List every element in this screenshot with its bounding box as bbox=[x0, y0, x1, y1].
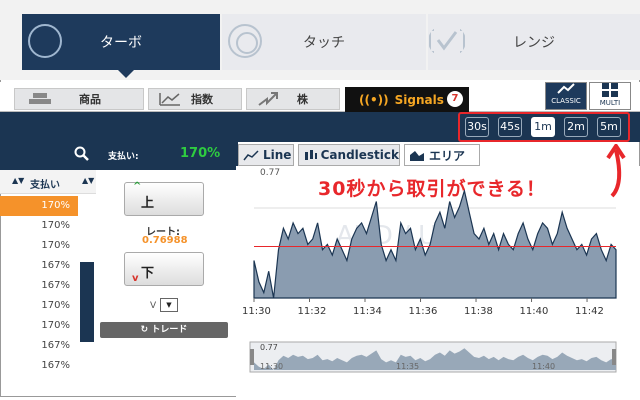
payout-row[interactable]: 167% bbox=[0, 276, 78, 296]
trade-button-label: トレード bbox=[151, 325, 188, 335]
category-indices-label: 指数 bbox=[191, 93, 213, 106]
candlestick-icon bbox=[305, 150, 317, 160]
category-stocks[interactable]: 株 bbox=[246, 88, 340, 110]
chart-icon bbox=[557, 83, 575, 94]
x-tick-label: 11:32 bbox=[298, 306, 327, 317]
x-tick-label: 11:34 bbox=[353, 306, 382, 317]
classic-label: CLASSIC bbox=[551, 97, 581, 105]
payout-row[interactable]: 167% bbox=[0, 356, 78, 376]
tab-touch-label: タッチ bbox=[303, 35, 345, 51]
trade-header: 支払い: 170% bbox=[96, 142, 238, 170]
payout-row[interactable]: 170% bbox=[0, 316, 78, 336]
multi-view-button[interactable]: MULTI bbox=[589, 82, 631, 110]
navigator-x-label: 11:30 bbox=[260, 362, 283, 371]
payout-list-header bbox=[0, 142, 96, 170]
x-tick-label: 11:42 bbox=[575, 306, 604, 317]
price-area-series bbox=[253, 188, 617, 299]
volume-label: V bbox=[150, 301, 157, 311]
sort-icon: ▲▼ bbox=[82, 176, 95, 185]
payout-row[interactable]: 170% bbox=[0, 236, 78, 256]
payout-row[interactable]: 167% bbox=[0, 256, 78, 276]
search-icon[interactable] bbox=[74, 146, 90, 162]
navigator-x-label: 11:40 bbox=[532, 362, 555, 371]
signals-button[interactable]: ((•)) Signals 7 bbox=[345, 87, 469, 112]
payout-row[interactable]: 170% bbox=[0, 196, 78, 216]
classic-view-button[interactable]: CLASSIC bbox=[545, 82, 587, 110]
navigator-y-tick: 0.77 bbox=[260, 343, 278, 352]
call-label: 上 bbox=[141, 196, 155, 211]
payout-row[interactable]: 170% bbox=[0, 216, 78, 236]
tab-turbo-label: ターボ bbox=[100, 35, 142, 51]
rate-value: 0.76988 bbox=[142, 235, 188, 246]
put-button[interactable]: 下 v bbox=[124, 252, 204, 286]
volume-dropdown[interactable]: ▼ bbox=[160, 298, 178, 312]
category-commodities-label: 商品 bbox=[79, 93, 101, 106]
tab-range-label: レンジ bbox=[513, 35, 555, 51]
payout-column-label: 支払い bbox=[30, 180, 60, 191]
stock-arrow-icon bbox=[258, 92, 278, 106]
category-stocks-label: 株 bbox=[297, 93, 308, 106]
payout-label: 支払い: bbox=[108, 152, 139, 162]
call-button[interactable]: ^ 上 bbox=[124, 181, 204, 216]
area-icon bbox=[410, 151, 424, 161]
annotation-text: 30秒から取引ができる！ bbox=[318, 178, 547, 200]
chart-tab-line[interactable]: Line bbox=[238, 144, 294, 166]
chart-tab-area[interactable]: エリア bbox=[404, 144, 480, 166]
list-scrollbar[interactable] bbox=[80, 262, 94, 342]
y-tick-label: 0.77 bbox=[260, 168, 280, 178]
up-arrow-icon: ^ bbox=[133, 181, 142, 192]
line-icon bbox=[243, 150, 259, 161]
put-label: 下 bbox=[141, 266, 155, 281]
navigator-handle-right[interactable] bbox=[612, 349, 616, 365]
signals-label: Signals bbox=[394, 92, 444, 107]
gold-bars-icon bbox=[29, 93, 51, 104]
chart-tab-area-label: エリア bbox=[429, 148, 466, 163]
signals-count-badge: 7 bbox=[447, 91, 463, 107]
annotation-arrow-icon bbox=[606, 144, 626, 198]
payout-value: 170% bbox=[180, 146, 221, 161]
chart-tab-line-label: Line bbox=[263, 148, 292, 162]
x-tick-label: 11:36 bbox=[409, 306, 438, 317]
active-tab-pointer bbox=[118, 70, 134, 78]
tab-touch[interactable]: タッチ bbox=[222, 14, 426, 70]
navigator-handle-left[interactable] bbox=[250, 349, 254, 365]
grid-icon bbox=[602, 83, 618, 97]
payout-row[interactable]: 170% bbox=[0, 296, 78, 316]
sort-icon: ▲▼ bbox=[12, 176, 25, 185]
x-tick-label: 11:38 bbox=[464, 306, 493, 317]
signal-icon: ((•)) bbox=[359, 92, 389, 107]
x-tick-label: 11:40 bbox=[520, 306, 549, 317]
category-commodities[interactable]: 商品 bbox=[14, 88, 144, 110]
trade-button[interactable]: ↻ トレード bbox=[100, 322, 228, 338]
highlight-box bbox=[458, 112, 630, 142]
refresh-icon: ↻ bbox=[140, 325, 152, 335]
x-tick-label: 11:30 bbox=[242, 306, 271, 317]
payout-row[interactable]: 167% bbox=[0, 336, 78, 356]
down-arrow-icon: v bbox=[132, 273, 139, 284]
tab-turbo[interactable]: ターボ bbox=[22, 14, 220, 78]
tab-range[interactable]: レンジ bbox=[428, 14, 640, 70]
category-indices[interactable]: 指数 bbox=[148, 88, 242, 110]
navigator-x-label: 11:35 bbox=[396, 362, 419, 371]
multi-label: MULTI bbox=[599, 99, 621, 107]
line-chart-icon bbox=[159, 93, 180, 106]
chart-tab-candlestick-label: Candlestick bbox=[320, 148, 399, 162]
chart-tab-candlestick[interactable]: Candlestick bbox=[298, 144, 400, 166]
payout-column-header[interactable]: ▲▼ 支払い ▲▼ bbox=[0, 170, 96, 194]
